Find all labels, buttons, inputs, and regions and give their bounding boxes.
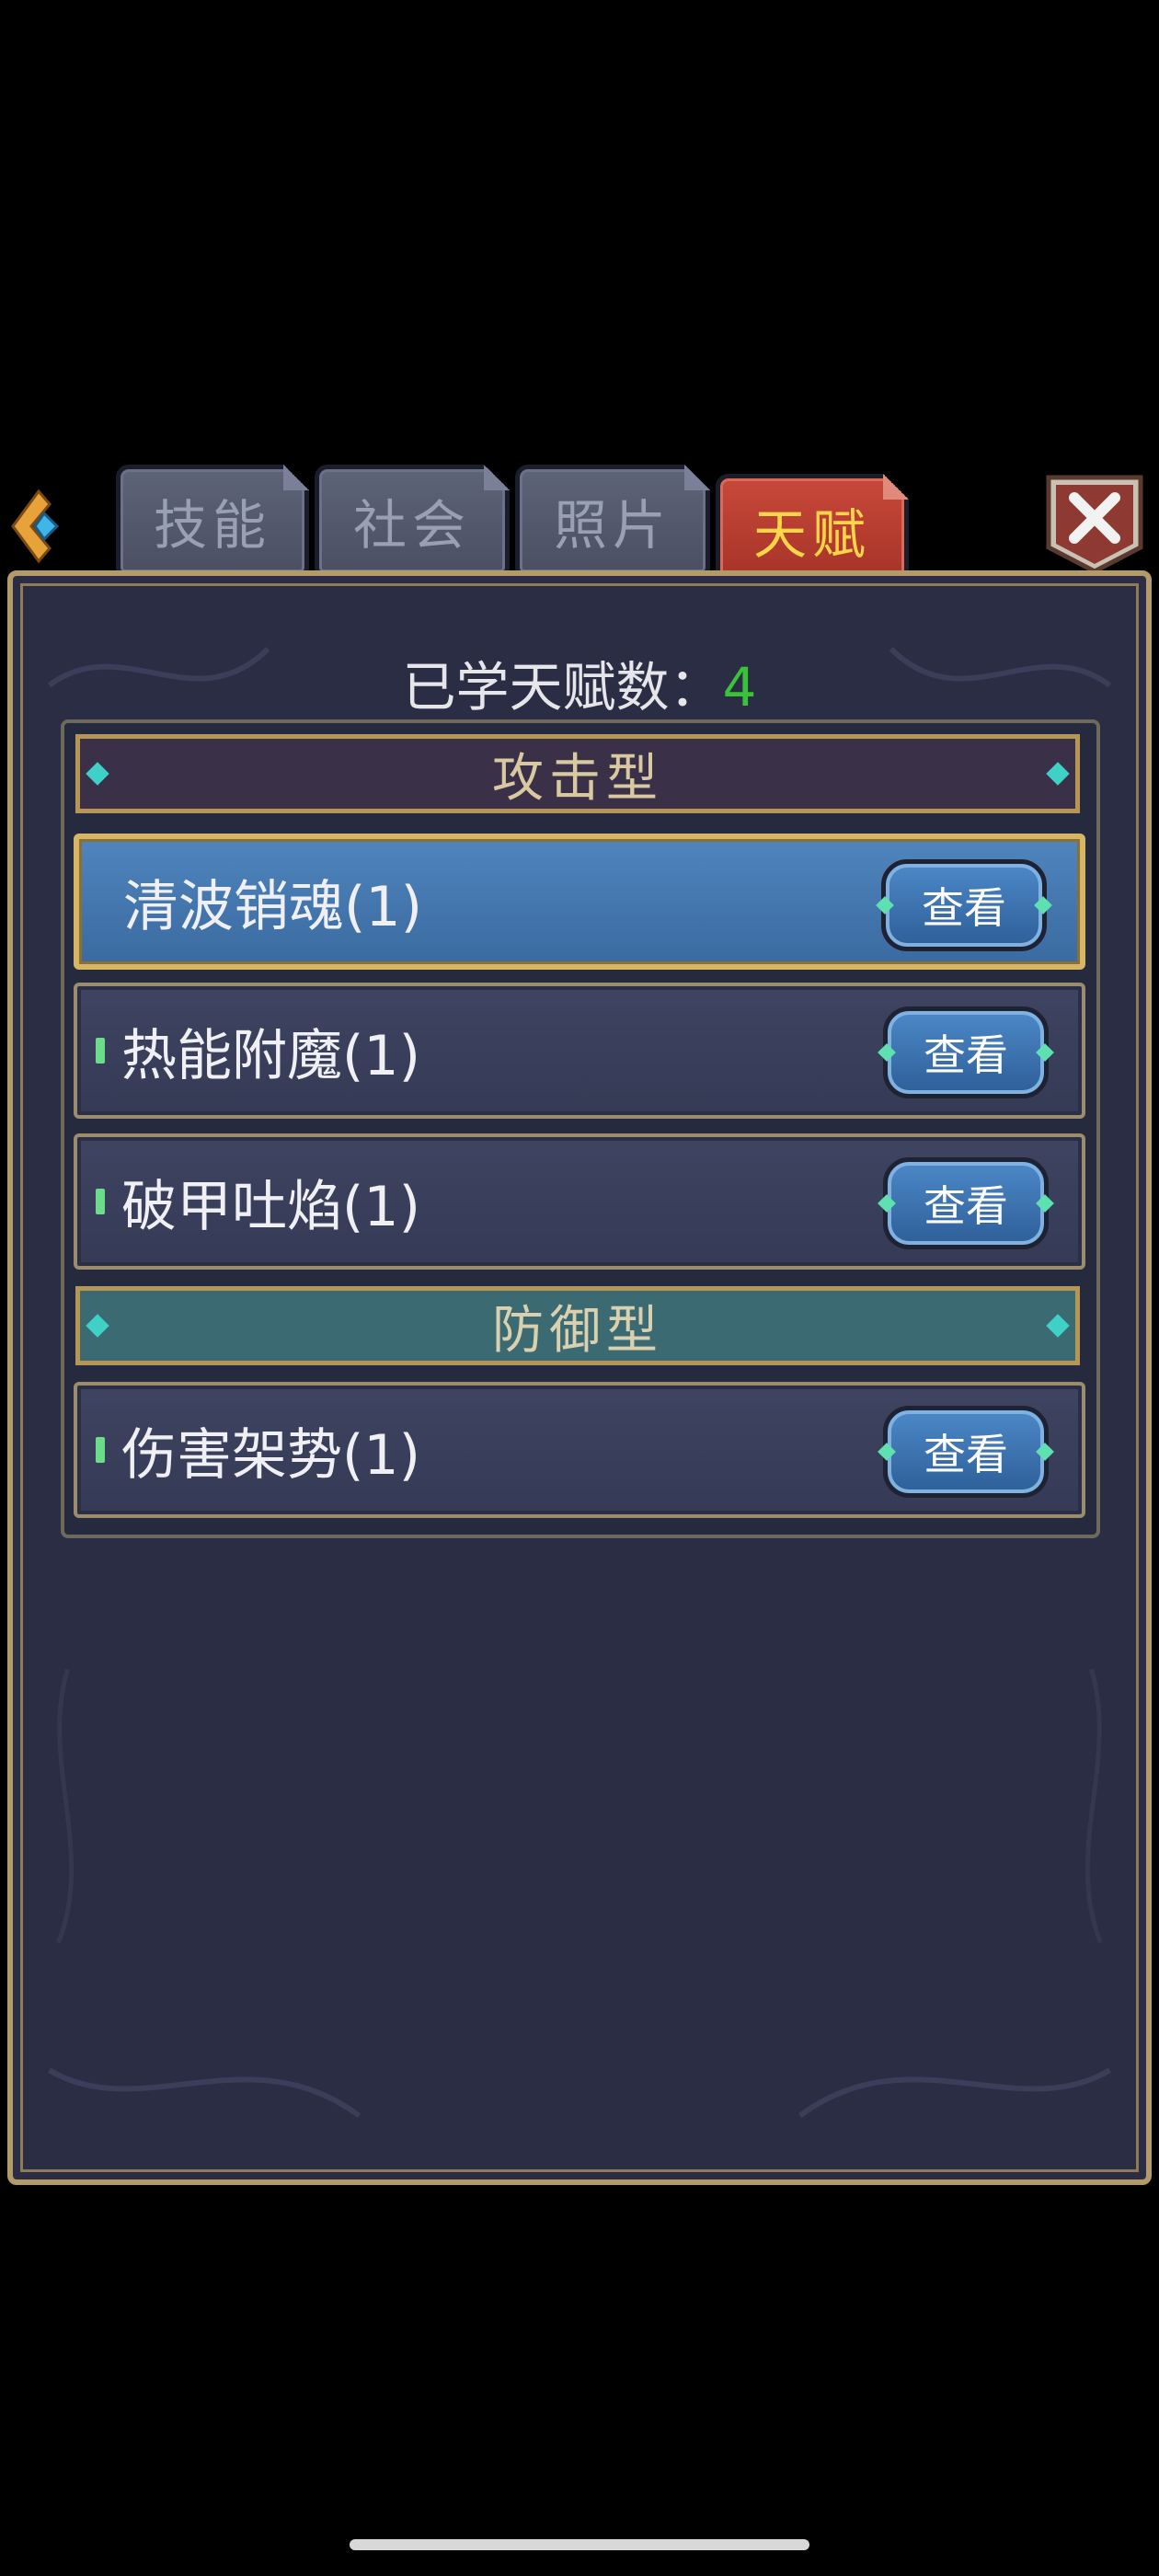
row-marker-icon [96,1437,105,1463]
view-button[interactable]: 查看 [883,1006,1049,1098]
gem-icon [1046,762,1070,786]
row-marker-icon [96,1189,105,1214]
section-header-attack: 攻击型 [75,734,1080,813]
view-button[interactable]: 查看 [883,1406,1049,1498]
gem-icon [86,762,109,786]
section-title: 攻击型 [492,748,663,809]
back-button[interactable] [7,488,66,565]
back-arrow-gem-icon [7,489,66,569]
row-marker-icon [96,1038,105,1064]
talent-name: 清波销魂(1) [123,874,422,939]
gem-icon [1046,1314,1070,1338]
gem-icon [86,1314,109,1338]
tab-skills[interactable]: 技能 [116,465,309,577]
talent-name: 破甲吐焰(1) [121,1174,420,1239]
talent-row-shanghai[interactable]: 伤害架势(1) 查看 [74,1382,1085,1518]
talent-name: 伤害架势(1) [121,1422,420,1488]
home-indicator[interactable] [350,2539,809,2550]
view-button[interactable]: 查看 [881,859,1047,951]
learned-talent-count: 已学天赋数：4 [0,644,1159,721]
section-title: 防御型 [492,1300,663,1361]
view-button[interactable]: 查看 [883,1157,1049,1249]
tab-social[interactable]: 社会 [315,465,510,577]
talent-row-qingbo[interactable]: 清波销魂(1) 查看 [74,834,1085,970]
tab-photos[interactable]: 照片 [515,465,710,577]
talent-name: 热能附魔(1) [121,1023,420,1088]
close-button[interactable] [1045,474,1144,575]
talent-row-pojia[interactable]: 破甲吐焰(1) 查看 [74,1133,1085,1270]
talent-row-reneng[interactable]: 热能附魔(1) 查看 [74,983,1085,1119]
tab-talents[interactable]: 天赋 [716,474,909,586]
learned-count-value: 4 [722,656,757,719]
learned-count-label: 已学天赋数： [402,656,723,719]
section-header-defense: 防御型 [75,1286,1080,1365]
